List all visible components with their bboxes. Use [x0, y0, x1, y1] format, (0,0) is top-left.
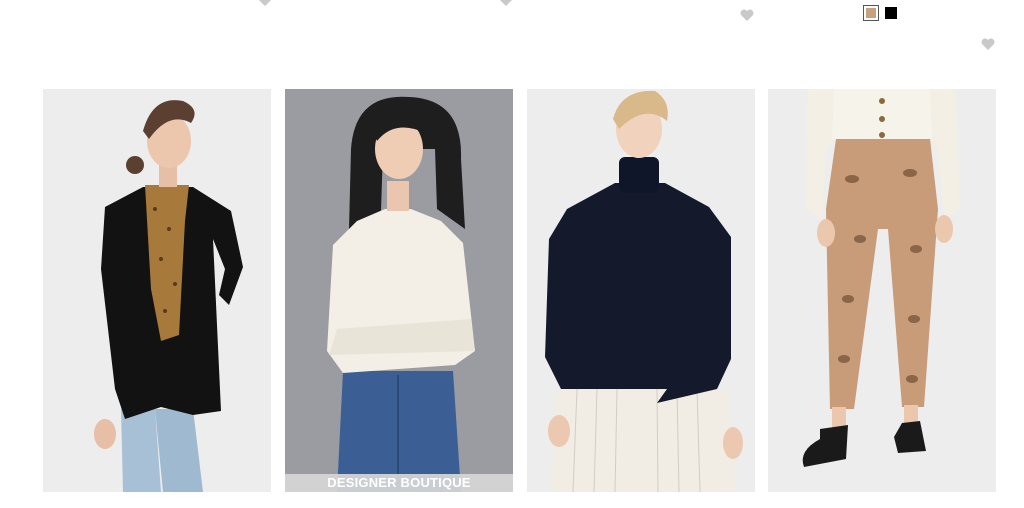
favorite-heart-icon[interactable] [499, 0, 513, 6]
product-image [285, 89, 513, 492]
product-image [527, 89, 755, 492]
product-tile-1[interactable] [43, 89, 271, 492]
product-tile-4[interactable] [768, 89, 996, 492]
designer-boutique-badge: DESIGNER BOUTIQUE [285, 474, 513, 492]
swatch-black[interactable] [885, 7, 897, 19]
color-swatches [863, 5, 897, 21]
product-tile-3[interactable] [527, 89, 755, 492]
product-tile-2[interactable]: DESIGNER BOUTIQUE [285, 89, 513, 492]
product-image [768, 89, 996, 492]
product-image [43, 89, 271, 492]
favorite-heart-icon[interactable] [740, 9, 754, 21]
product-grid-page: DESIGNER BOUTIQUE [0, 0, 1024, 508]
favorite-heart-icon[interactable] [981, 38, 995, 50]
swatch-tan-snake[interactable] [863, 5, 879, 21]
favorite-heart-icon[interactable] [258, 0, 272, 6]
